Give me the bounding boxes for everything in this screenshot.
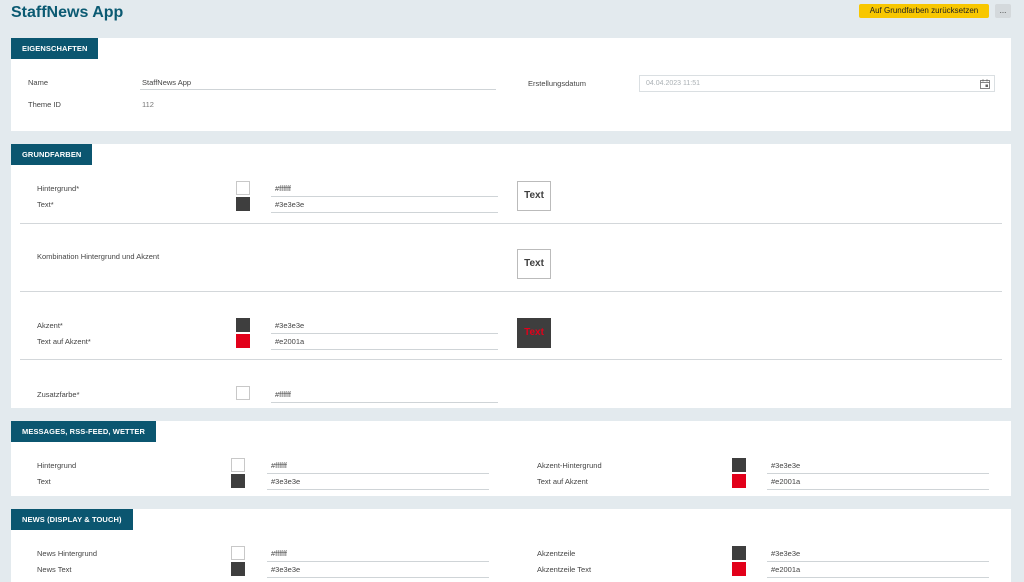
theme-id-label: Theme ID — [28, 100, 61, 109]
messages-text-on-accent-swatch[interactable] — [732, 474, 746, 488]
news-text-swatch[interactable] — [231, 562, 245, 576]
additional-color-swatch[interactable] — [236, 386, 250, 400]
text-label: Text* — [37, 200, 54, 209]
messages-text-on-accent-label: Text auf Akzent — [537, 477, 588, 486]
messages-text-swatch[interactable] — [231, 474, 245, 488]
creation-date-field[interactable]: 04.04.2023 11:51 — [639, 75, 995, 92]
text-color-swatch[interactable] — [236, 197, 250, 211]
name-label: Name — [28, 78, 49, 87]
messages-background-input[interactable]: #ffffff — [271, 461, 287, 470]
additional-color-input[interactable]: #ffffff — [275, 390, 291, 399]
additional-color-underline — [271, 402, 498, 403]
base-colors-panel: GRUNDFARBEN Hintergrund* #ffffff Text* #… — [11, 144, 1011, 408]
accent-color-input[interactable]: #3e3e3e — [275, 321, 304, 330]
properties-panel: EIGENSCHAFTEN Name StaffNews App Theme I… — [11, 38, 1011, 131]
text-on-accent-label: Text auf Akzent* — [37, 337, 91, 346]
calendar-icon[interactable] — [980, 79, 990, 89]
messages-text-underline — [267, 489, 489, 490]
text-on-accent-color-swatch[interactable] — [236, 334, 250, 348]
text-on-accent-color-underline — [271, 349, 498, 350]
page-title: StaffNews App — [11, 4, 124, 21]
accent-color-underline — [271, 333, 498, 334]
news-panel-header: NEWS (DISPLAY & TOUCH) — [11, 509, 133, 530]
divider — [20, 291, 1002, 292]
text-on-accent-color-input[interactable]: #e2001a — [275, 337, 304, 346]
messages-accent-background-label: Akzent-Hintergrund — [537, 461, 602, 470]
text-color-input[interactable]: #3e3e3e — [275, 200, 304, 209]
creation-date-value: 04.04.2023 11:51 — [646, 80, 700, 87]
messages-background-label: Hintergrund — [37, 461, 77, 470]
background-color-input[interactable]: #ffffff — [275, 184, 291, 193]
messages-background-swatch[interactable] — [231, 458, 245, 472]
messages-background-underline — [267, 473, 489, 474]
more-options-button[interactable]: ... — [995, 4, 1011, 18]
news-text-underline — [267, 577, 489, 578]
news-text-input[interactable]: #3e3e3e — [271, 565, 300, 574]
news-background-label: News Hintergrund — [37, 549, 98, 558]
name-input[interactable]: StaffNews App — [142, 78, 191, 87]
background-label: Hintergrund* — [37, 184, 80, 193]
theme-id-value: 112 — [142, 100, 154, 109]
messages-accent-background-swatch[interactable] — [732, 458, 746, 472]
messages-text-input[interactable]: #3e3e3e — [271, 477, 300, 486]
news-text-label: News Text — [37, 565, 72, 574]
news-background-underline — [267, 561, 489, 562]
news-accent-line-text-swatch[interactable] — [732, 562, 746, 576]
divider — [20, 359, 1002, 360]
combination-label: Kombination Hintergrund und Akzent — [37, 252, 160, 261]
base-colors-panel-header: GRUNDFARBEN — [11, 144, 93, 165]
news-background-swatch[interactable] — [231, 546, 245, 560]
text-color-underline — [271, 212, 498, 213]
combination-preview: Text — [517, 249, 551, 279]
news-accent-line-label: Akzentzeile — [537, 549, 576, 558]
messages-accent-background-input[interactable]: #3e3e3e — [771, 461, 800, 470]
news-accent-line-swatch[interactable] — [732, 546, 746, 560]
top-bar: StaffNews App Auf Grundfarben zurücksetz… — [0, 0, 1024, 30]
background-text-preview: Text — [517, 181, 551, 211]
additional-color-label: Zusatzfarbe* — [37, 390, 80, 399]
properties-panel-header: EIGENSCHAFTEN — [11, 38, 99, 59]
creation-date-label: Erstellungsdatum — [528, 79, 586, 88]
news-accent-line-text-input[interactable]: #e2001a — [771, 565, 800, 574]
news-accent-line-underline — [767, 561, 989, 562]
messages-text-label: Text — [37, 477, 51, 486]
news-accent-line-text-label: Akzentzeile Text — [537, 565, 592, 574]
messages-accent-background-underline — [767, 473, 989, 474]
accent-preview: Text — [517, 318, 551, 348]
accent-label: Akzent* — [37, 321, 63, 330]
background-color-swatch[interactable] — [236, 181, 250, 195]
news-accent-line-text-underline — [767, 577, 989, 578]
news-background-input[interactable]: #ffffff — [271, 549, 287, 558]
messages-text-on-accent-underline — [767, 489, 989, 490]
reset-to-base-colors-button[interactable]: Auf Grundfarben zurücksetzen — [859, 4, 989, 18]
news-accent-line-input[interactable]: #3e3e3e — [771, 549, 800, 558]
divider — [20, 223, 1002, 224]
accent-color-swatch[interactable] — [236, 318, 250, 332]
name-input-underline — [140, 89, 496, 90]
messages-panel: MESSAGES, RSS-FEED, WETTER Hintergrund #… — [11, 421, 1011, 496]
messages-panel-header: MESSAGES, RSS-FEED, WETTER — [11, 421, 157, 442]
messages-text-on-accent-input[interactable]: #e2001a — [771, 477, 800, 486]
background-color-underline — [271, 196, 498, 197]
news-panel: NEWS (DISPLAY & TOUCH) News Hintergrund … — [11, 509, 1011, 582]
